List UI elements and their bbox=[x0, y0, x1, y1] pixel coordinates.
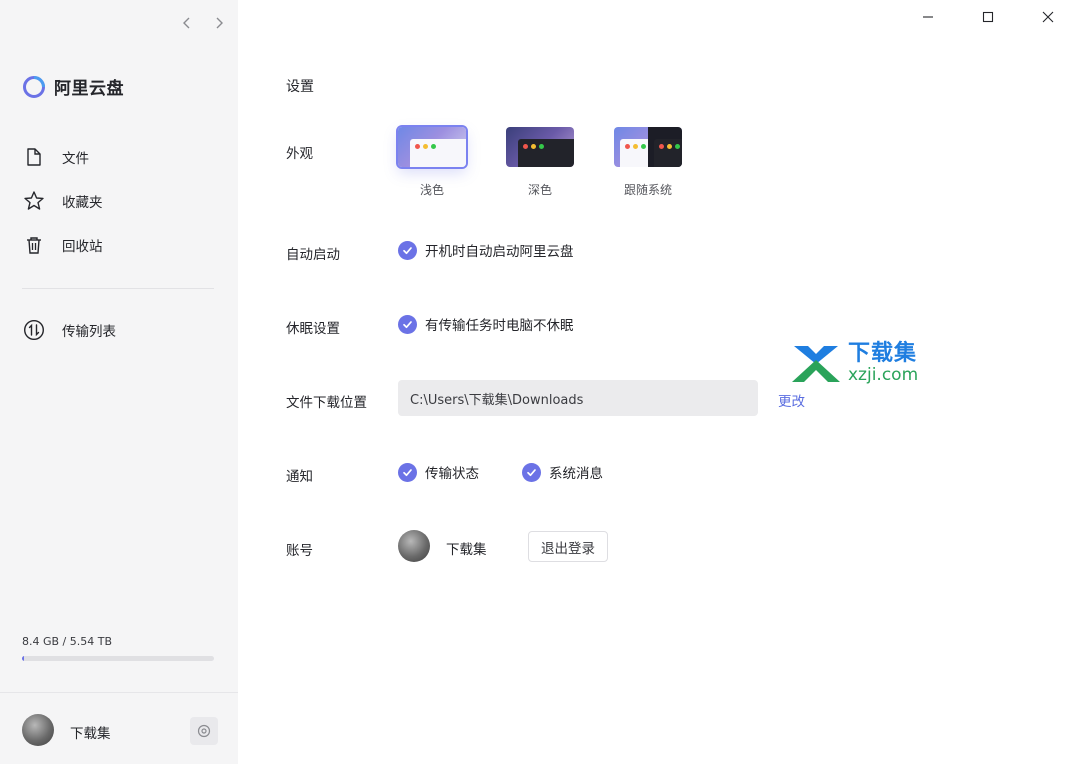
app-name: 阿里云盘 bbox=[54, 79, 124, 99]
theme-system-thumbnail bbox=[614, 127, 682, 167]
avatar[interactable] bbox=[22, 714, 54, 746]
theme-system-option[interactable]: 跟随系统 bbox=[614, 127, 682, 198]
notify-label: 通知 bbox=[286, 469, 313, 485]
theme-dark-label: 深色 bbox=[527, 183, 552, 197]
chevron-left-icon bbox=[183, 17, 190, 29]
theme-system-label: 跟随系统 bbox=[623, 183, 672, 197]
sidebar-user: 下载集 bbox=[0, 692, 238, 764]
storage-bar-fill bbox=[22, 656, 24, 661]
aliyun-drive-logo-icon bbox=[23, 75, 45, 98]
watermark-en: xzji.com bbox=[848, 364, 919, 385]
theme-light-label: 浅色 bbox=[419, 183, 444, 197]
sidebar-item-files[interactable]: 文件 bbox=[0, 135, 238, 179]
settings-panel: 设置 外观 浅色 深色 跟随系统 自动启动 开机时自动启动阿里云盘 休眠设置 有… bbox=[238, 0, 1078, 764]
check-icon bbox=[398, 314, 417, 334]
autostart-option-text: 开机时自动启动阿里云盘 bbox=[425, 244, 574, 260]
avatar bbox=[398, 530, 430, 562]
sleep-option-text: 有传输任务时电脑不休眠 bbox=[425, 318, 574, 334]
storage-text: 8.4 GB / 5.54 TB bbox=[22, 635, 113, 648]
notify-transfer-checkbox[interactable]: 传输状态 bbox=[398, 462, 479, 482]
chevron-right-icon bbox=[216, 17, 223, 29]
forward-button[interactable] bbox=[208, 12, 230, 34]
sidebar-item-trash[interactable]: 回收站 bbox=[0, 223, 238, 267]
sidebar-divider bbox=[22, 288, 214, 289]
gear-icon bbox=[197, 724, 211, 738]
sidebar-menu: 文件 收藏夹 回收站 bbox=[0, 135, 238, 267]
history-nav bbox=[176, 12, 230, 34]
download-location-label: 文件下载位置 bbox=[286, 395, 367, 411]
logout-button[interactable]: 退出登录 bbox=[528, 531, 608, 562]
app-brand: 阿里云盘 bbox=[22, 74, 124, 99]
check-icon bbox=[522, 462, 541, 482]
star-icon bbox=[23, 190, 45, 212]
sidebar-menu-secondary: 传输列表 bbox=[0, 308, 238, 352]
watermark-cn: 下载集 bbox=[848, 340, 918, 366]
theme-light-thumbnail bbox=[398, 127, 466, 167]
watermark: 下载集 xzji.com bbox=[790, 342, 918, 384]
sleep-checkbox[interactable]: 有传输任务时电脑不休眠 bbox=[398, 314, 574, 334]
file-icon bbox=[23, 146, 45, 168]
notify-system-checkbox[interactable]: 系统消息 bbox=[522, 462, 603, 482]
theme-dark-option[interactable]: 深色 bbox=[506, 127, 574, 198]
sidebar-item-favorites[interactable]: 收藏夹 bbox=[0, 179, 238, 223]
sleep-label: 休眠设置 bbox=[286, 321, 340, 337]
sidebar-item-transfers[interactable]: 传输列表 bbox=[0, 308, 238, 352]
back-button[interactable] bbox=[176, 12, 198, 34]
change-path-link[interactable]: 更改 bbox=[778, 390, 805, 410]
storage-bar bbox=[22, 656, 214, 661]
notify-system-text: 系统消息 bbox=[549, 466, 603, 482]
account-name: 下载集 bbox=[446, 542, 487, 558]
trash-icon bbox=[23, 234, 45, 256]
appearance-label: 外观 bbox=[286, 146, 313, 162]
check-icon bbox=[398, 240, 417, 260]
autostart-checkbox[interactable]: 开机时自动启动阿里云盘 bbox=[398, 240, 574, 260]
sidebar: 阿里云盘 文件 收藏夹 回收站 传输列表 8.4 GB / 5.54 TB 下载… bbox=[0, 0, 238, 764]
theme-dark-thumbnail bbox=[506, 127, 574, 167]
page-title: 设置 bbox=[286, 79, 314, 95]
autostart-label: 自动启动 bbox=[286, 247, 340, 263]
user-name: 下载集 bbox=[70, 726, 111, 742]
check-icon bbox=[398, 462, 417, 482]
watermark-logo-icon bbox=[792, 346, 840, 382]
settings-button[interactable] bbox=[190, 717, 218, 745]
transfer-icon bbox=[23, 319, 45, 341]
sidebar-item-label: 传输列表 bbox=[62, 324, 116, 340]
sidebar-item-label: 回收站 bbox=[62, 239, 103, 255]
theme-light-option[interactable]: 浅色 bbox=[398, 127, 466, 198]
notify-transfer-text: 传输状态 bbox=[425, 466, 479, 482]
storage-usage: 8.4 GB / 5.54 TB bbox=[22, 635, 214, 661]
sidebar-item-label: 文件 bbox=[62, 151, 89, 167]
account-label: 账号 bbox=[286, 543, 313, 559]
sidebar-item-label: 收藏夹 bbox=[62, 195, 103, 211]
theme-options: 浅色 深色 跟随系统 bbox=[398, 127, 682, 198]
download-path-field[interactable]: C:\Users\下载集\Downloads bbox=[398, 380, 758, 416]
